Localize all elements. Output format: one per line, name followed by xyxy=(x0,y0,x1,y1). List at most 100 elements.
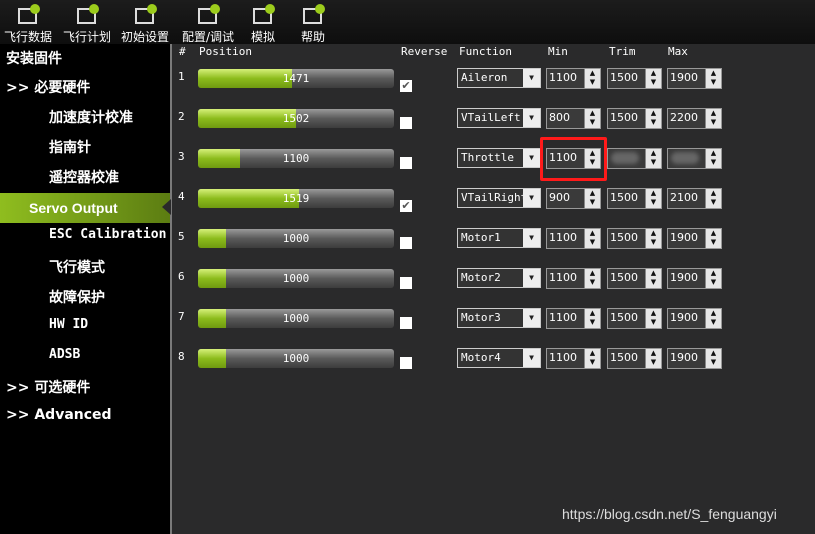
function-select[interactable]: Motor4 ▼ xyxy=(457,348,541,368)
reverse-checkbox[interactable] xyxy=(400,157,412,169)
max-spinbox[interactable]: 2200 ▲ ▼ xyxy=(667,108,722,129)
chevron-down-icon[interactable]: ▼ xyxy=(523,229,540,247)
max-value: 1900 xyxy=(670,271,698,284)
function-select[interactable]: Throttle ▼ xyxy=(457,148,541,168)
chevron-down-icon[interactable]: ▼ xyxy=(523,309,540,327)
spin-arrows-icon[interactable]: ▲ ▼ xyxy=(584,229,600,248)
toolbar-flight-data-button[interactable]: 飞行数据 xyxy=(2,0,54,44)
trim-value: 1500 xyxy=(610,71,638,84)
function-select[interactable]: Motor3 ▼ xyxy=(457,308,541,328)
max-spinbox[interactable]: ▲ ▼ xyxy=(667,148,722,169)
sidebar-item-12[interactable]: >> Advanced xyxy=(6,407,176,423)
header-num: # xyxy=(179,45,186,58)
spin-arrows-icon[interactable]: ▲ ▼ xyxy=(584,109,600,128)
sidebar-item-5[interactable]: Servo Output xyxy=(0,193,170,223)
trim-spinbox[interactable]: ▲ ▼ xyxy=(607,148,662,169)
max-spinbox[interactable]: 2100 ▲ ▼ xyxy=(667,188,722,209)
spin-arrows-icon[interactable]: ▲ ▼ xyxy=(584,69,600,88)
function-select[interactable]: VTailLeft ▼ xyxy=(457,108,541,128)
min-spinbox[interactable]: 1100 ▲ ▼ xyxy=(546,268,601,289)
flight-plan-icon xyxy=(73,3,101,27)
spin-arrows-icon[interactable]: ▲ ▼ xyxy=(645,189,661,208)
toolbar-label: 飞行数据 xyxy=(3,30,52,44)
spin-arrows-icon[interactable]: ▲ ▼ xyxy=(645,229,661,248)
max-value: 2200 xyxy=(670,111,698,124)
min-spinbox[interactable]: 900 ▲ ▼ xyxy=(546,188,601,209)
trim-spinbox[interactable]: 1500 ▲ ▼ xyxy=(607,188,662,209)
channel-number: 2 xyxy=(178,110,185,123)
spin-arrows-icon[interactable]: ▲ ▼ xyxy=(584,349,600,368)
toolbar-flight-plan-button[interactable]: 飞行计划 xyxy=(60,0,114,44)
sidebar-item-0[interactable]: 安装固件 xyxy=(6,48,176,68)
trim-spinbox[interactable]: 1500 ▲ ▼ xyxy=(607,308,662,329)
position-value: 1471 xyxy=(282,72,310,85)
spin-arrows-icon[interactable]: ▲ ▼ xyxy=(705,269,721,288)
spin-arrows-icon[interactable]: ▲ ▼ xyxy=(705,149,721,168)
function-value: Motor4 xyxy=(461,351,501,364)
simulation-icon xyxy=(249,3,277,27)
reverse-checkbox[interactable] xyxy=(400,237,412,249)
spin-arrows-icon[interactable]: ▲ ▼ xyxy=(645,149,661,168)
spin-arrows-icon[interactable]: ▲ ▼ xyxy=(705,109,721,128)
reverse-checkbox[interactable] xyxy=(400,357,412,369)
channel-number: 3 xyxy=(178,150,185,163)
spin-arrows-icon[interactable]: ▲ ▼ xyxy=(584,269,600,288)
sidebar-item-11[interactable]: >> 可选硬件 xyxy=(6,377,176,397)
spin-arrows-icon[interactable]: ▲ ▼ xyxy=(645,69,661,88)
spin-arrows-icon[interactable]: ▲ ▼ xyxy=(645,109,661,128)
chevron-down-icon[interactable]: ▼ xyxy=(523,189,540,207)
chevron-down-icon[interactable]: ▼ xyxy=(523,269,540,287)
max-spinbox[interactable]: 1900 ▲ ▼ xyxy=(667,228,722,249)
channel-number: 6 xyxy=(178,270,185,283)
chevron-down-icon[interactable]: ▼ xyxy=(523,349,540,367)
reverse-checkbox[interactable]: ✔ xyxy=(400,80,412,92)
spin-arrows-icon[interactable]: ▲ ▼ xyxy=(705,229,721,248)
toolbar-help-button[interactable]: 帮助 xyxy=(293,0,333,44)
reverse-checkbox[interactable]: ✔ xyxy=(400,200,412,212)
reverse-checkbox[interactable] xyxy=(400,117,412,129)
max-spinbox[interactable]: 1900 ▲ ▼ xyxy=(667,308,722,329)
min-spinbox[interactable]: 1100 ▲ ▼ xyxy=(546,68,601,89)
spin-arrows-icon[interactable]: ▲ ▼ xyxy=(584,189,600,208)
function-select[interactable]: VTailRight ▼ xyxy=(457,188,541,208)
min-spinbox[interactable]: 1100 ▲ ▼ xyxy=(546,348,601,369)
chevron-down-icon[interactable]: ▼ xyxy=(523,149,540,167)
trim-spinbox[interactable]: 1500 ▲ ▼ xyxy=(607,228,662,249)
min-spinbox[interactable]: 800 ▲ ▼ xyxy=(546,108,601,129)
min-spinbox[interactable]: 1100 ▲ ▼ xyxy=(546,308,601,329)
function-value: Throttle xyxy=(461,151,514,164)
help-icon xyxy=(299,3,327,27)
channel-number: 8 xyxy=(178,350,185,363)
max-value: 1900 xyxy=(670,231,698,244)
reverse-checkbox[interactable] xyxy=(400,317,412,329)
sidebar: 安装固件 >> 必要硬件 加速度计校准 指南针 遥控器校准 Servo Output ESC… xyxy=(0,44,170,534)
reverse-checkbox[interactable] xyxy=(400,277,412,289)
min-spinbox[interactable]: 1100 ▲ ▼ xyxy=(546,228,601,249)
function-select[interactable]: Aileron ▼ xyxy=(457,68,541,88)
chevron-down-icon[interactable]: ▼ xyxy=(523,69,540,87)
spin-arrows-icon[interactable]: ▲ ▼ xyxy=(705,349,721,368)
max-spinbox[interactable]: 1900 ▲ ▼ xyxy=(667,348,722,369)
spin-arrows-icon[interactable]: ▲ ▼ xyxy=(645,309,661,328)
trim-spinbox[interactable]: 1500 ▲ ▼ xyxy=(607,268,662,289)
sidebar-item-1[interactable]: >> 必要硬件 xyxy=(6,77,176,97)
trim-spinbox[interactable]: 1500 ▲ ▼ xyxy=(607,348,662,369)
max-spinbox[interactable]: 1900 ▲ ▼ xyxy=(667,268,722,289)
spin-arrows-icon[interactable]: ▲ ▼ xyxy=(645,269,661,288)
spin-arrows-icon[interactable]: ▲ ▼ xyxy=(705,189,721,208)
toolbar-config-tuning-button[interactable]: 配置/调试 xyxy=(180,0,236,44)
function-select[interactable]: Motor1 ▼ xyxy=(457,228,541,248)
spin-arrows-icon[interactable]: ▲ ▼ xyxy=(645,349,661,368)
spin-arrows-icon[interactable]: ▲ ▼ xyxy=(584,309,600,328)
trim-spinbox[interactable]: 1500 ▲ ▼ xyxy=(607,108,662,129)
max-spinbox[interactable]: 1900 ▲ ▼ xyxy=(667,68,722,89)
spin-arrows-icon[interactable]: ▲ ▼ xyxy=(705,309,721,328)
spin-arrows-icon[interactable]: ▲ ▼ xyxy=(705,69,721,88)
toolbar-initial-setup-button[interactable]: 初始设置 xyxy=(118,0,172,44)
chevron-down-icon[interactable]: ▼ xyxy=(523,109,540,127)
function-select[interactable]: Motor2 ▼ xyxy=(457,268,541,288)
position-value: 1502 xyxy=(282,112,310,125)
trim-spinbox[interactable]: 1500 ▲ ▼ xyxy=(607,68,662,89)
position-bar: 1000 xyxy=(198,349,394,368)
toolbar-simulation-button[interactable]: 模拟 xyxy=(243,0,283,44)
